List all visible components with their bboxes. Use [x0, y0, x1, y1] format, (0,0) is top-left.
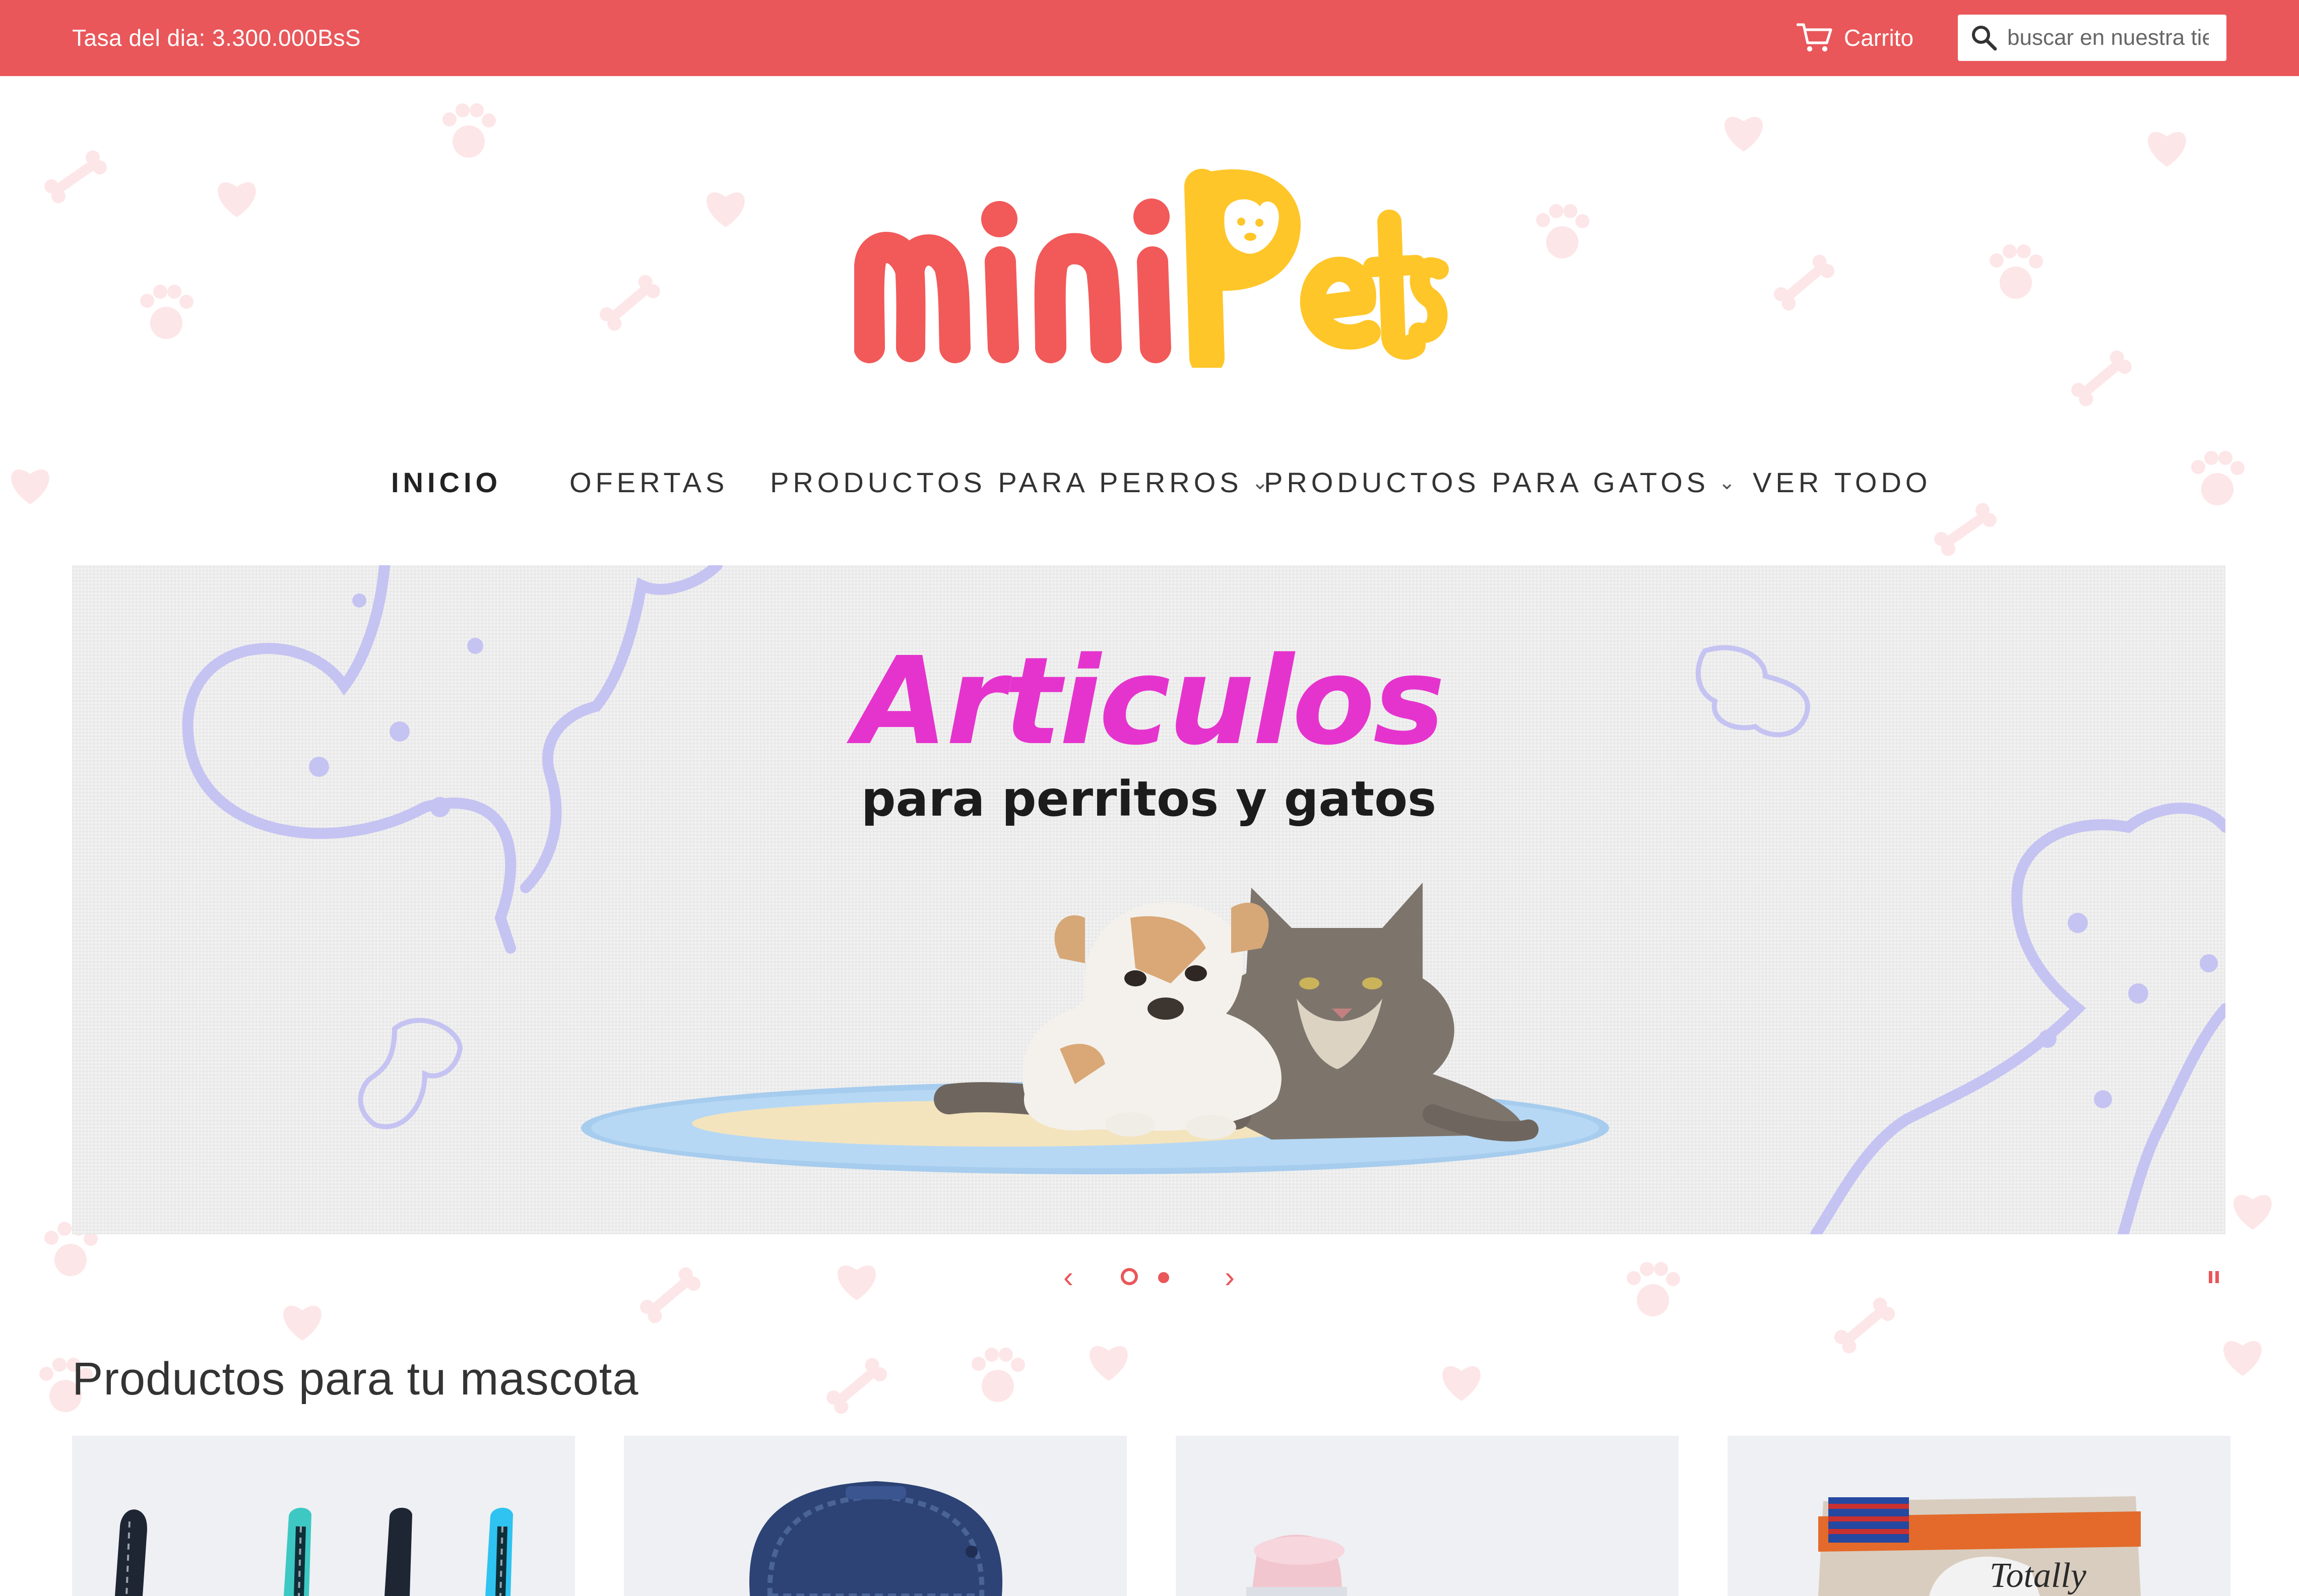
pause-icon-bar: [2215, 1271, 2219, 1283]
nav-item-productos-gatos[interactable]: PRODUCTOS PARA GATOS ⌄: [1264, 466, 1736, 499]
backpack-carrier-image: [624, 1436, 1127, 1596]
chevron-down-icon: ⌄: [1718, 471, 1736, 494]
dog-leash-image: [72, 1436, 575, 1596]
product-card[interactable]: [624, 1436, 1127, 1596]
product-card[interactable]: Totally: [1728, 1436, 2230, 1596]
nav-item-inicio[interactable]: INICIO: [391, 466, 501, 499]
product-card[interactable]: [1176, 1436, 1679, 1596]
slide-dot-1[interactable]: [1121, 1268, 1138, 1285]
cart-icon: [1797, 23, 1832, 52]
nav-item-label: PRODUCTOS PARA PERROS: [770, 467, 1243, 498]
pause-icon: [2209, 1271, 2212, 1283]
nav-item-ofertas[interactable]: OFERTAS: [569, 466, 728, 499]
hero-slideshow[interactable]: Articulos para perritos y gatos: [72, 565, 2225, 1234]
product-card[interactable]: [72, 1436, 575, 1596]
cart-label: Carrito: [1844, 25, 1914, 51]
nav-item-label: PRODUCTOS PARA GATOS: [1264, 467, 1710, 498]
previous-slide-button[interactable]: ‹: [1048, 1257, 1089, 1297]
pause-slideshow-button[interactable]: [2206, 1268, 2221, 1286]
pet-bowl-image: [1176, 1436, 1679, 1596]
slideshow-controls: ‹ ›: [1048, 1257, 1260, 1297]
section-title: Productos para tu mascota: [72, 1353, 639, 1405]
hero-subtitle: para perritos y gatos: [861, 771, 1437, 827]
announcement-bar: Tasa del dia: 3.300.000BsS Carrito: [0, 0, 2299, 76]
search-box[interactable]: [1958, 15, 2226, 61]
search-input[interactable]: [2007, 25, 2209, 50]
search-icon[interactable]: [1971, 25, 1997, 51]
slide-dot-2[interactable]: [1158, 1272, 1169, 1283]
exchange-rate-text: Tasa del dia: 3.300.000BsS: [72, 25, 361, 51]
nav-item-productos-perros[interactable]: PRODUCTOS PARA PERROS ⌄: [770, 466, 1268, 499]
chevron-right-icon: ›: [1225, 1260, 1235, 1294]
hero-title: Articulos: [854, 631, 1445, 772]
nav-item-label: INICIO: [391, 467, 502, 498]
nav-item-ver-todo[interactable]: VER TODO: [1753, 466, 1931, 499]
minipets-logo[interactable]: miniPets: [854, 166, 1449, 368]
pet-treats-bag-image: Totally: [1728, 1436, 2230, 1596]
chevron-left-icon: ‹: [1063, 1260, 1073, 1294]
cart-link[interactable]: Carrito: [1797, 20, 1913, 55]
next-slide-button[interactable]: ›: [1209, 1257, 1250, 1297]
nav-item-label: OFERTAS: [569, 467, 729, 498]
svg-text:Totally: Totally: [1990, 1556, 2087, 1595]
main-navigation: INICIO OFERTAS PRODUCTOS PARA PERROS ⌄ P…: [0, 461, 2299, 511]
nav-item-label: VER TODO: [1753, 467, 1932, 498]
